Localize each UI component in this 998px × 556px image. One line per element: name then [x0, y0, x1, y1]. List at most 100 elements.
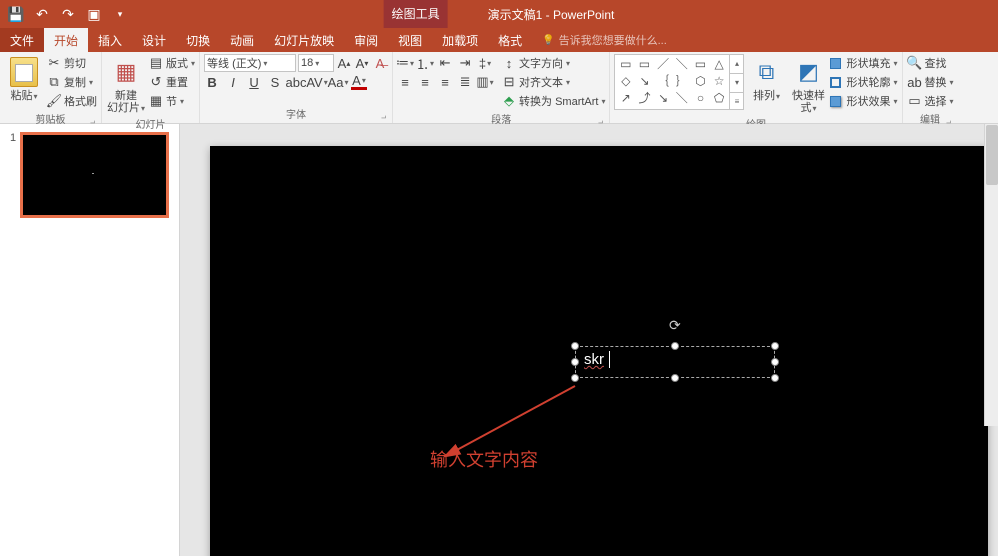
align-right-button[interactable]: ≡ — [437, 74, 453, 90]
resize-handle-e[interactable] — [771, 358, 779, 366]
justify-button[interactable]: ≣ — [457, 74, 473, 90]
decrease-font-button[interactable]: A▾ — [354, 55, 370, 71]
shapes-gallery[interactable]: ▭▭／＼▭△◇↘｛｝⬡☆↗⤴↘＼○⬠ ▴▾≡ — [614, 54, 744, 110]
vertical-scrollbar[interactable] — [984, 124, 998, 426]
bullets-button[interactable]: ≔ — [397, 55, 413, 71]
reset-button[interactable]: ↺重置 — [148, 73, 195, 91]
tab-animations[interactable]: 动画 — [220, 28, 264, 52]
tab-view[interactable]: 视图 — [388, 28, 432, 52]
cut-button[interactable]: ✂剪切 — [46, 54, 97, 72]
shape-gallery-item[interactable]: ◇ — [616, 73, 635, 90]
shape-gallery-item[interactable]: ○ — [691, 90, 710, 107]
resize-handle-n[interactable] — [671, 342, 679, 350]
find-button[interactable]: 🔍查找 — [907, 54, 954, 72]
shape-gallery-item[interactable]: △ — [710, 56, 729, 73]
shape-gallery-item[interactable]: ▭ — [691, 56, 710, 73]
shape-gallery-item[interactable]: ⬡ — [691, 73, 710, 90]
textbox-selected[interactable]: ⟳ skr — [575, 346, 775, 378]
slide-edit-area[interactable]: ⟳ skr 输入文字内容 — [180, 124, 998, 556]
columns-button[interactable]: ▥ — [477, 74, 493, 90]
char-spacing-button[interactable]: AV — [309, 74, 325, 90]
shape-gallery-item[interactable]: ↘ — [635, 73, 654, 90]
bold-button[interactable]: B — [204, 74, 220, 90]
rotate-handle[interactable]: ⟳ — [669, 317, 681, 334]
thumbnail-slide-1[interactable]: 1 — [10, 132, 169, 218]
line-spacing-button[interactable]: ‡ — [477, 55, 493, 71]
arrange-button[interactable]: ⧉ 排列 — [746, 54, 786, 103]
tab-format[interactable]: 格式 — [488, 28, 532, 52]
font-name-combo[interactable]: 等线 (正文)▾ — [204, 54, 296, 72]
textbox-text[interactable]: skr — [576, 347, 774, 372]
resize-handle-sw[interactable] — [571, 374, 579, 382]
tab-addins[interactable]: 加载项 — [432, 28, 488, 52]
tab-file[interactable]: 文件 — [0, 28, 44, 52]
shape-gallery-item[interactable]: ＼ — [672, 90, 691, 107]
tab-home[interactable]: 开始 — [44, 28, 88, 52]
shape-gallery-item[interactable]: ▭ — [635, 56, 654, 73]
select-icon: ▭ — [907, 93, 923, 109]
replace-button[interactable]: ab替换 — [907, 73, 954, 91]
align-center-button[interactable]: ≡ — [417, 74, 433, 90]
shape-outline-button[interactable]: 形状轮廓 — [830, 73, 897, 91]
strikethrough-button[interactable]: S — [267, 74, 283, 90]
layout-button[interactable]: ▤版式 — [148, 54, 195, 72]
shape-gallery-item[interactable]: ｛ — [654, 73, 673, 90]
resize-handle-nw[interactable] — [571, 342, 579, 350]
change-case-button[interactable]: Aa — [330, 74, 346, 90]
start-slideshow-button[interactable]: ▣ — [82, 2, 106, 26]
italic-button[interactable]: I — [225, 74, 241, 90]
tab-design[interactable]: 设计 — [132, 28, 176, 52]
select-button[interactable]: ▭选择 — [907, 92, 954, 110]
slide-canvas[interactable]: ⟳ skr 输入文字内容 — [210, 146, 988, 556]
section-button[interactable]: ▦节 — [148, 92, 195, 110]
increase-indent-button[interactable]: ⇥ — [457, 55, 473, 71]
shape-gallery-item[interactable]: ⬠ — [710, 90, 729, 107]
format-painter-button[interactable]: 🖌格式刷 — [46, 92, 97, 110]
align-left-button[interactable]: ≡ — [397, 74, 413, 90]
shape-gallery-item[interactable]: ／ — [654, 56, 673, 73]
font-size-combo[interactable]: 18▾ — [298, 54, 334, 72]
numbering-button[interactable]: ⒈ — [417, 55, 433, 71]
increase-font-button[interactable]: A▴ — [336, 55, 352, 71]
decrease-indent-button[interactable]: ⇤ — [437, 55, 453, 71]
tell-me-search[interactable]: 告诉我您想要做什么... — [532, 28, 677, 52]
shadow-button[interactable]: abc — [288, 74, 304, 90]
qat-customize-button[interactable]: ▾ — [108, 2, 132, 26]
scrollbar-thumb[interactable] — [986, 125, 998, 185]
align-text-button[interactable]: ⊟对齐文本 — [501, 73, 605, 91]
quick-styles-button[interactable]: ◩ 快速样式 — [788, 54, 828, 115]
resize-handle-se[interactable] — [771, 374, 779, 382]
shapes-gallery-scroll[interactable]: ▴▾≡ — [729, 55, 743, 109]
underline-button[interactable]: U — [246, 74, 262, 90]
shape-gallery-item[interactable]: ＼ — [672, 56, 691, 73]
shape-gallery-item[interactable]: ｝ — [672, 73, 691, 90]
tab-slideshow[interactable]: 幻灯片放映 — [264, 28, 344, 52]
brush-icon: 🖌 — [46, 93, 62, 109]
font-color-button[interactable]: A — [351, 74, 367, 90]
copy-button[interactable]: ⧉复制 — [46, 73, 97, 91]
tab-transitions[interactable]: 切换 — [176, 28, 220, 52]
redo-button[interactable]: ↷ — [56, 2, 80, 26]
resize-handle-w[interactable] — [571, 358, 579, 366]
tab-insert[interactable]: 插入 — [88, 28, 132, 52]
shape-gallery-item[interactable]: ↗ — [616, 90, 635, 107]
resize-handle-ne[interactable] — [771, 342, 779, 350]
resize-handle-s[interactable] — [671, 374, 679, 382]
shape-gallery-item[interactable]: ↘ — [654, 90, 673, 107]
slide-thumbnail-pane[interactable]: 1 — [0, 124, 180, 556]
new-slide-button[interactable]: ▦ 新建 幻灯片 — [106, 54, 146, 115]
scissors-icon: ✂ — [46, 55, 62, 71]
text-direction-button[interactable]: ↕文字方向 — [501, 54, 605, 72]
undo-button[interactable]: ↶ — [30, 2, 54, 26]
shape-gallery-item[interactable]: ▭ — [616, 56, 635, 73]
convert-smartart-button[interactable]: ⬘转换为 SmartArt — [501, 92, 605, 110]
clear-formatting-button[interactable]: A̶ — [372, 55, 388, 71]
shape-fill-button[interactable]: 形状填充 — [830, 54, 897, 72]
shape-effects-button[interactable]: 形状效果 — [830, 92, 897, 110]
tab-review[interactable]: 审阅 — [344, 28, 388, 52]
paste-button[interactable]: 粘贴 — [4, 54, 44, 103]
save-button[interactable]: 💾 — [4, 2, 28, 26]
shape-gallery-item[interactable]: ⤴ — [635, 90, 654, 107]
shape-gallery-item[interactable]: ☆ — [710, 73, 729, 90]
workspace: 1 ⟳ skr 输入文字内容 — [0, 124, 998, 556]
